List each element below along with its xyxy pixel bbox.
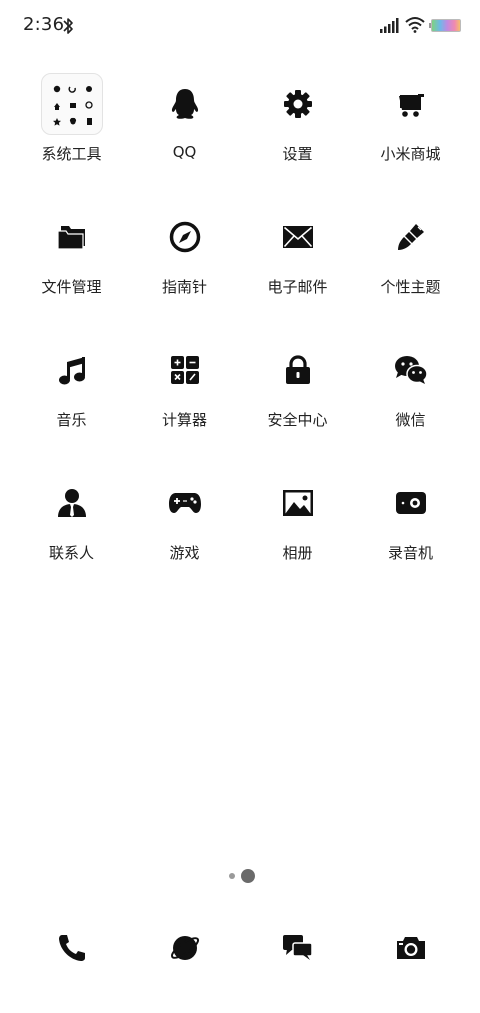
app-themes[interactable]: 个性主题 bbox=[354, 201, 467, 321]
system-tools-folder-icon bbox=[41, 73, 103, 135]
page-indicator[interactable] bbox=[226, 868, 266, 884]
app-file-manager[interactable]: 文件管理 bbox=[15, 201, 128, 321]
app-contacts[interactable]: 联系人 bbox=[15, 467, 128, 587]
compass-icon bbox=[169, 221, 201, 253]
dock-camera[interactable] bbox=[354, 918, 467, 978]
dock-phone[interactable] bbox=[15, 918, 128, 978]
wechat-icon bbox=[395, 356, 428, 384]
shopping-cart-icon bbox=[399, 94, 424, 117]
app-label: 文件管理 bbox=[41, 278, 102, 296]
app-label: 相册 bbox=[282, 544, 313, 562]
camera-icon bbox=[396, 937, 425, 959]
app-calculator[interactable]: 计算器 bbox=[128, 334, 241, 454]
app-music[interactable]: 音乐 bbox=[15, 334, 128, 454]
app-label: 小米商城 bbox=[380, 145, 441, 163]
app-settings[interactable]: 设置 bbox=[241, 68, 354, 188]
app-label: 安全中心 bbox=[267, 411, 328, 429]
app-recorder[interactable]: 录音机 bbox=[354, 467, 467, 587]
app-label: 设置 bbox=[282, 145, 313, 163]
dock bbox=[15, 918, 467, 978]
dock-browser[interactable] bbox=[128, 918, 241, 978]
chat-bubbles-icon bbox=[282, 935, 313, 960]
page-dot-1[interactable] bbox=[229, 873, 235, 879]
folder-icon bbox=[57, 226, 85, 250]
wifi-icon bbox=[405, 17, 425, 33]
music-note-icon bbox=[59, 357, 85, 385]
gamepad-icon bbox=[169, 493, 201, 513]
app-label: QQ bbox=[172, 143, 197, 161]
recorder-icon bbox=[396, 492, 426, 514]
status-bar: 2:36 bbox=[0, 0, 480, 52]
app-gallery[interactable]: 相册 bbox=[241, 467, 354, 587]
calculator-icon bbox=[171, 356, 199, 384]
app-mi-store[interactable]: 小米商城 bbox=[354, 68, 467, 188]
status-time: 2:36 bbox=[23, 14, 65, 35]
app-label: 录音机 bbox=[387, 544, 433, 562]
bluetooth-icon bbox=[63, 18, 73, 34]
app-label: 个性主题 bbox=[380, 278, 441, 296]
signal-icon bbox=[380, 18, 399, 33]
planet-browser-icon bbox=[170, 936, 199, 960]
app-system-tools[interactable]: 系统工具 bbox=[15, 68, 128, 188]
app-wechat[interactable]: 微信 bbox=[354, 334, 467, 454]
app-qq[interactable]: QQ bbox=[128, 68, 241, 188]
app-security-center[interactable]: 安全中心 bbox=[241, 334, 354, 454]
page-dot-2-current[interactable] bbox=[241, 869, 255, 883]
lock-icon bbox=[286, 355, 310, 384]
app-label: 计算器 bbox=[161, 411, 207, 429]
dock-messages[interactable] bbox=[241, 918, 354, 978]
app-label: 指南针 bbox=[161, 278, 207, 296]
paintbrush-icon bbox=[398, 224, 424, 250]
battery-icon bbox=[429, 19, 461, 32]
app-label: 系统工具 bbox=[41, 145, 102, 163]
folder-mini-icons bbox=[53, 85, 93, 126]
gear-icon bbox=[284, 90, 312, 118]
contact-person-icon bbox=[58, 489, 86, 517]
app-email[interactable]: 电子邮件 bbox=[241, 201, 354, 321]
app-games[interactable]: 游戏 bbox=[128, 467, 241, 587]
qq-penguin-icon bbox=[171, 89, 199, 119]
app-label: 微信 bbox=[395, 411, 426, 429]
app-compass[interactable]: 指南针 bbox=[128, 201, 241, 321]
envelope-icon bbox=[283, 226, 313, 248]
app-label: 电子邮件 bbox=[267, 278, 328, 296]
phone-icon bbox=[58, 935, 85, 961]
picture-icon bbox=[283, 490, 313, 516]
app-label: 联系人 bbox=[48, 544, 94, 562]
app-label: 音乐 bbox=[56, 411, 87, 429]
app-label: 游戏 bbox=[169, 544, 200, 562]
